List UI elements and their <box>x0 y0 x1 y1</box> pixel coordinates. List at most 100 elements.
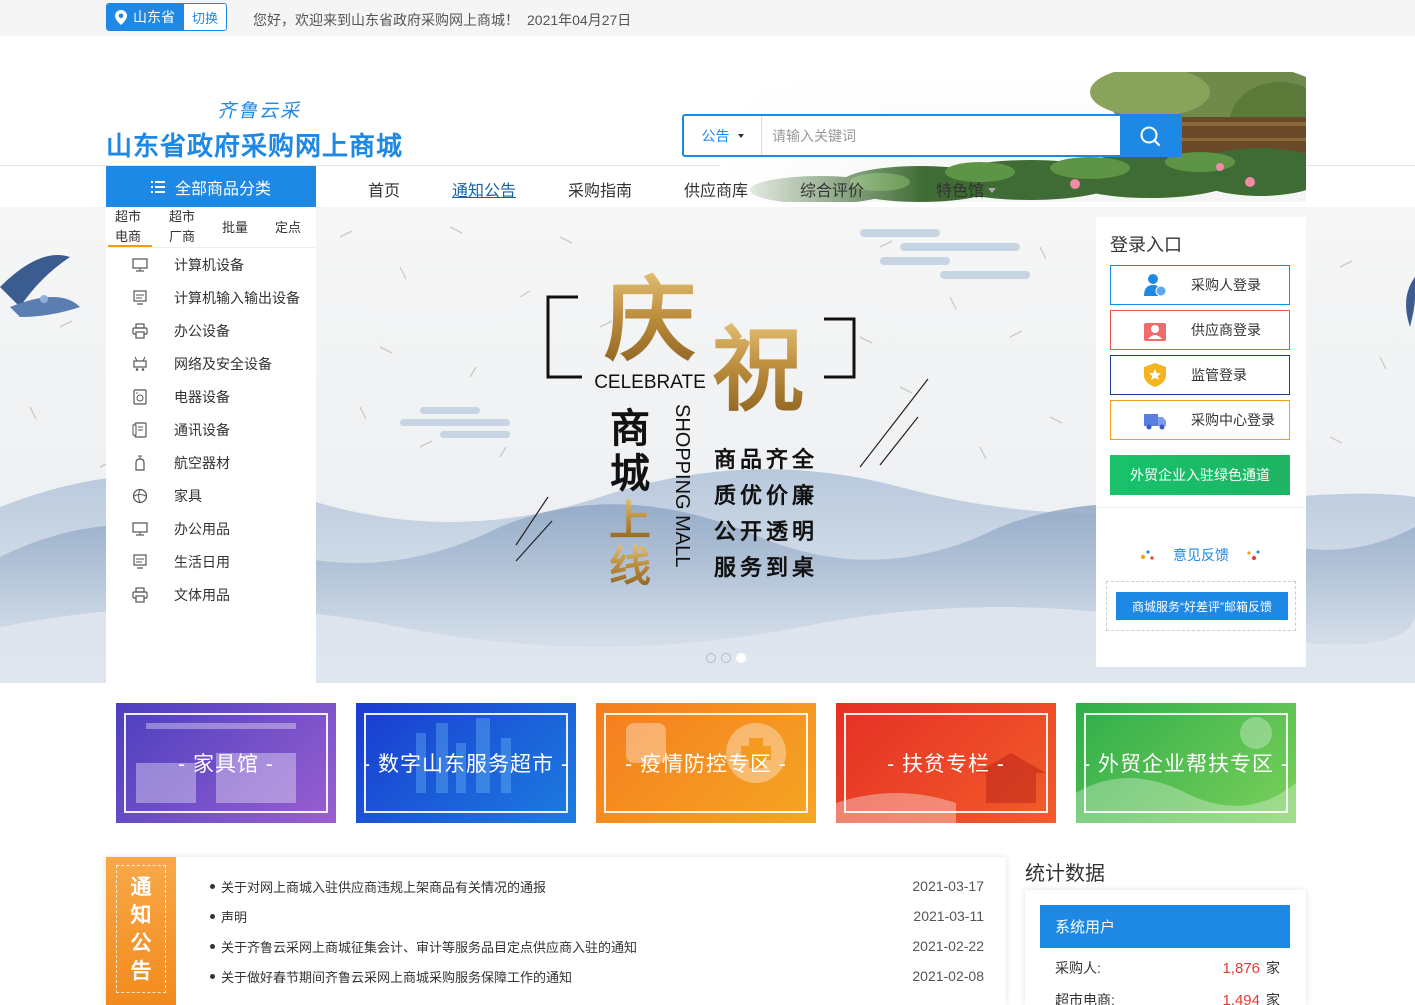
nav-item-notices[interactable]: 通知公告 <box>452 177 516 201</box>
notice-title[interactable]: 关于对网上商城入驻供应商违规上架商品有关情况的通报 <box>221 877 546 896</box>
nav-item-featured[interactable]: 特色馆 <box>936 177 997 201</box>
tab-label-line: 厂商 <box>169 229 196 244</box>
category-item[interactable]: 计算机设备 <box>106 248 316 281</box>
notice-item[interactable]: 关于做好春节期间齐鲁云采网上商城采购服务保障工作的通知 2021-02-08 <box>206 961 996 991</box>
nav-item-featured-label: 特色馆 <box>936 183 985 200</box>
foreign-trade-channel-button[interactable]: 外贸企业入驻绿色通道 <box>1110 455 1290 495</box>
category-item[interactable]: 家具 <box>106 479 316 512</box>
procurement-center-login-button[interactable]: 采购中心登录 <box>1110 400 1290 440</box>
badge-char: 通 <box>130 874 152 899</box>
notice-item[interactable]: 声明 2021-03-11 <box>206 901 996 931</box>
stats-panel: 系统用户 采购人: 1,876 家 超市电商: 1,494 家 <box>1025 890 1306 1005</box>
category-item[interactable]: 办公用品 <box>106 512 316 545</box>
shield-icon <box>1141 361 1169 389</box>
category-item[interactable]: 网络及安全设备 <box>106 347 316 380</box>
category-label: 办公设备 <box>174 322 230 339</box>
stats-value: 1,876 <box>1222 960 1260 977</box>
zone-label: - 家具馆 - <box>178 753 274 776</box>
banner-shop-4: 线 <box>609 542 651 591</box>
zone-digital-shandong-market[interactable]: - 数字山东服务超市 - <box>356 703 576 823</box>
category-item[interactable]: 文体用品 <box>106 578 316 611</box>
category-label: 航空器材 <box>174 454 230 471</box>
switch-province-link[interactable]: 切换 <box>184 4 227 30</box>
divider <box>1096 507 1306 508</box>
zone-label: - 外贸企业帮扶专区 - <box>1083 753 1289 776</box>
category-item[interactable]: 计算机输入输出设备 <box>106 281 316 314</box>
tab-batch[interactable]: 批量 <box>222 218 248 238</box>
location-pin-icon <box>115 9 127 25</box>
search-type-dropdown[interactable]: 公告 <box>684 116 762 155</box>
tab-supermarket-ecommerce[interactable]: 超市 电商 <box>115 207 141 247</box>
notice-title[interactable]: 关于齐鲁云采网上商城征集会计、审计等服务品目定点供应商入驻的通知 <box>221 937 637 956</box>
zone-furniture-hall[interactable]: - 家具馆 - <box>116 703 336 823</box>
badge-char: 知 <box>130 902 152 927</box>
category-label: 计算机设备 <box>174 256 244 273</box>
tab-supermarket-manufacturer[interactable]: 超市 厂商 <box>169 207 195 247</box>
category-item[interactable]: 电器设备 <box>106 380 316 413</box>
login-panel: 登录入口 采购人登录 供应商登录 监管登录 采购中心登录 外贸企业入驻绿色通道 … <box>1096 217 1306 667</box>
category-item[interactable]: 生活日用 <box>106 545 316 578</box>
purchaser-login-button[interactable]: 采购人登录 <box>1110 265 1290 305</box>
logo-subtitle: 齐鲁云采 <box>217 100 302 122</box>
stats-label: 采购人: <box>1055 960 1101 976</box>
login-title: 登录入口 <box>1110 235 1182 255</box>
notice-item[interactable]: 关于齐鲁云采网上商城征集会计、审计等服务品目定点供应商入驻的通知 2021-02-… <box>206 931 996 961</box>
badge-char: 公 <box>130 930 152 955</box>
banner-slogan-4: 服务到桌 <box>714 555 818 581</box>
sparkle-icon <box>1141 550 1154 560</box>
mail-feedback-button[interactable]: 商城服务“好差评”邮箱反馈 <box>1116 592 1288 620</box>
carousel-dot-active[interactable] <box>736 653 746 663</box>
category-item[interactable]: 通讯设备 <box>106 413 316 446</box>
carousel-dot[interactable] <box>706 653 716 663</box>
stats-row: 采购人: 1,876 家 <box>1055 958 1280 978</box>
stats-panel-title: 系统用户 <box>1040 905 1290 948</box>
category-item[interactable]: 航空器材 <box>106 446 316 479</box>
search-button[interactable] <box>1120 116 1180 155</box>
zone-foreign-trade-support[interactable]: - 外贸企业帮扶专区 - <box>1076 703 1296 823</box>
banner-slogan-1: 商品齐全 <box>714 447 818 473</box>
notice-date: 2021-03-11 <box>913 908 984 924</box>
all-categories-label: 全部商品分类 <box>174 180 271 198</box>
banner-shopping-mall: SHOPPING MALL <box>671 404 693 567</box>
banner-shop-3: 上 <box>609 496 651 545</box>
nav-item-home[interactable]: 首页 <box>368 177 400 201</box>
notice-title[interactable]: 声明 <box>221 907 247 926</box>
badge-char: 告 <box>130 958 152 983</box>
province-label[interactable]: 山东省 <box>107 4 184 30</box>
all-categories-button[interactable]: 全部商品分类 <box>106 166 316 207</box>
zone-epidemic-prevention[interactable]: - 疫情防控专区 - <box>596 703 816 823</box>
truck-icon <box>1141 406 1169 434</box>
notice-item[interactable]: 关于对网上商城入驻供应商违规上架商品有关情况的通报 2021-03-17 <box>206 871 996 901</box>
nav-item-evaluation[interactable]: 综合评价 <box>800 177 864 201</box>
zone-poverty-alleviation[interactable]: - 扶贫专栏 - <box>836 703 1056 823</box>
bullet-icon <box>210 883 215 889</box>
carousel-dot[interactable] <box>721 653 731 663</box>
notice-date: 2021-03-17 <box>912 878 984 894</box>
carousel-dots <box>706 653 746 663</box>
supervision-login-button[interactable]: 监管登录 <box>1110 355 1290 395</box>
tab-label-line: 超市 <box>169 209 196 224</box>
location-selector[interactable]: 山东省 切换 <box>106 3 228 31</box>
nav-item-suppliers[interactable]: 供应商库 <box>684 177 748 201</box>
stats-value-wrap: 1,876 家 <box>1222 958 1280 978</box>
category-label: 网络及安全设备 <box>174 355 272 372</box>
search-input[interactable] <box>762 116 1120 155</box>
supplier-login-button[interactable]: 供应商登录 <box>1110 310 1290 350</box>
nav-item-guide[interactable]: 采购指南 <box>568 177 632 201</box>
category-label: 生活日用 <box>174 553 230 570</box>
notice-title[interactable]: 关于做好春节期间齐鲁云采网上商城采购服务保障工作的通知 <box>221 967 572 986</box>
banner-shop-2: 城 <box>610 450 650 497</box>
header: 齐鲁云采 山东省政府采购网上商城 公告 请输入关键词 <box>0 36 1415 202</box>
tab-designated[interactable]: 定点 <box>275 218 301 238</box>
feedback-link[interactable]: 意见反馈 <box>1096 545 1306 565</box>
chevron-down-icon <box>737 133 744 138</box>
stats-unit: 家 <box>1266 992 1280 1005</box>
site-logo[interactable]: 山东省政府采购网上商城 <box>106 126 403 163</box>
category-item[interactable]: 办公设备 <box>106 314 316 347</box>
zone-label: - 疫情防控专区 - <box>625 753 787 776</box>
monitor-stand-icon <box>132 553 148 570</box>
tab-label-line: 超市 <box>115 209 142 224</box>
bullet-icon <box>210 943 215 949</box>
procurement-center-login-label: 采购中心登录 <box>1191 412 1275 428</box>
province-text: 山东省 <box>133 9 175 25</box>
